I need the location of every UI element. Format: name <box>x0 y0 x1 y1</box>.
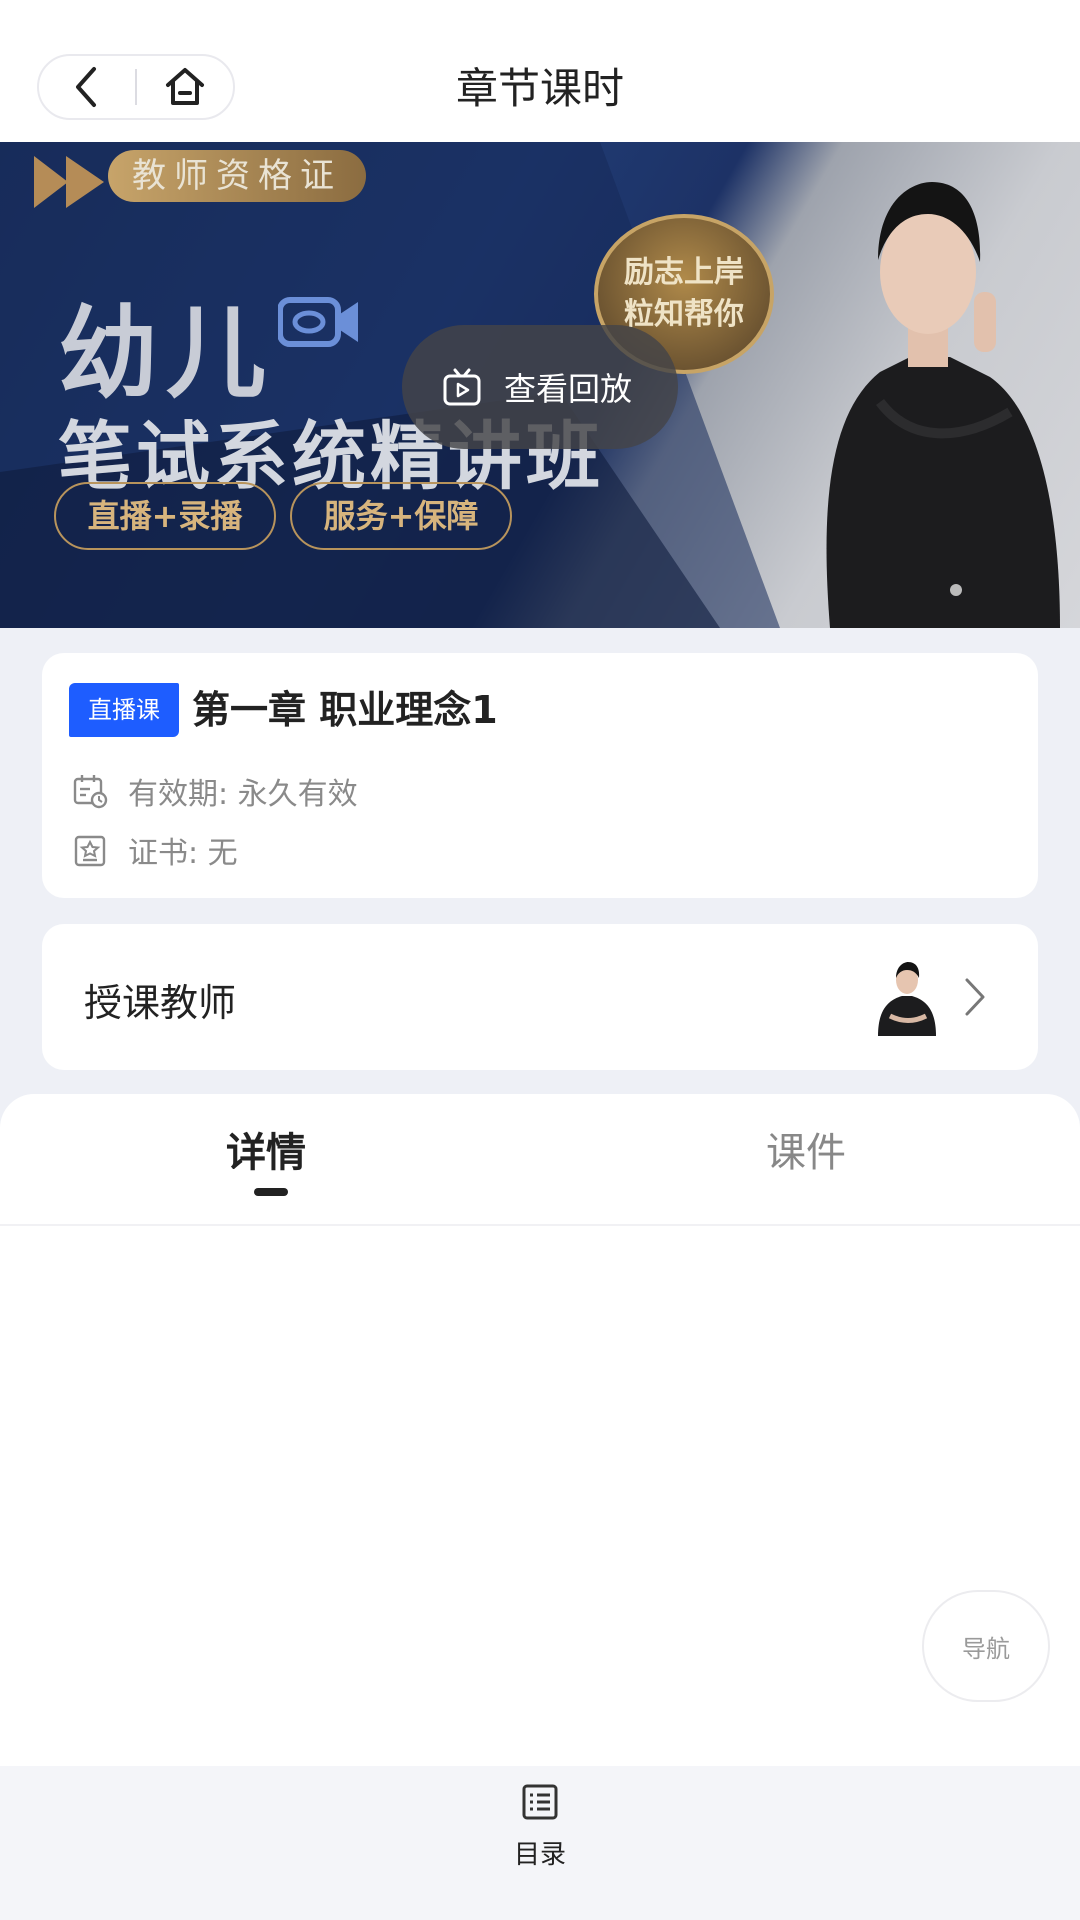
course-title: 第一章 职业理念1 <box>192 688 498 732</box>
bottom-bar: 目录 <box>0 1766 1080 1920</box>
teacher-photo <box>826 182 1060 628</box>
banner-pill-live: 直播+录播 <box>54 482 276 550</box>
catalog-button[interactable]: 目录 <box>480 1782 600 1892</box>
view-playback-button[interactable]: 查看回放 <box>402 325 678 449</box>
certificate-text: 证书: 无 <box>128 836 238 871</box>
list-icon <box>522 1784 558 1820</box>
course-info-card: 直播课 第一章 职业理念1 有效期: 永久有效 证书: 无 <box>42 653 1038 898</box>
chevron-right-icon <box>965 978 985 1016</box>
certificate-icon <box>74 835 106 867</box>
video-camera-icon <box>278 297 358 347</box>
seal-line-1: 励志上岸 <box>624 255 744 290</box>
tab-detail[interactable]: 详情 <box>226 1120 306 1178</box>
teacher-card[interactable]: 授课教师 <box>42 924 1038 1070</box>
teacher-label: 授课教师 <box>84 981 237 1025</box>
banner-headline-1: 幼儿 <box>58 295 274 412</box>
certificate-row: 证书: 无 <box>72 828 238 872</box>
catalog-label: 目录 <box>513 1840 566 1870</box>
banner-pill-service: 服务+保障 <box>290 482 512 550</box>
page-title: 章节课时 <box>455 64 624 113</box>
tab-courseware[interactable]: 课件 <box>766 1120 846 1178</box>
validity-row: 有效期: 永久有效 <box>72 769 358 813</box>
course-type-badge: 直播课 <box>69 683 179 737</box>
navigation-float-button[interactable]: 导航 <box>922 1590 1050 1702</box>
calendar-clock-icon <box>73 775 108 809</box>
tab-bar: 详情 课件 <box>0 1094 1080 1226</box>
content-panel: 详情 课件 <box>0 1094 1080 1766</box>
fast-forward-icon <box>34 156 104 208</box>
course-banner[interactable]: 教师资格证 幼儿 笔试系统精讲班 直播+录播 服务+保障 励志上岸 粒知帮你 查… <box>0 142 1080 628</box>
teacher-avatar <box>878 962 936 1036</box>
header-bar: 章节课时 <box>0 0 1080 142</box>
banner-badge: 教师资格证 <box>108 150 366 202</box>
validity-text: 有效期: 永久有效 <box>128 777 358 812</box>
tv-play-icon <box>443 368 481 406</box>
active-tab-indicator <box>254 1188 288 1196</box>
view-playback-label: 查看回放 <box>504 370 633 408</box>
